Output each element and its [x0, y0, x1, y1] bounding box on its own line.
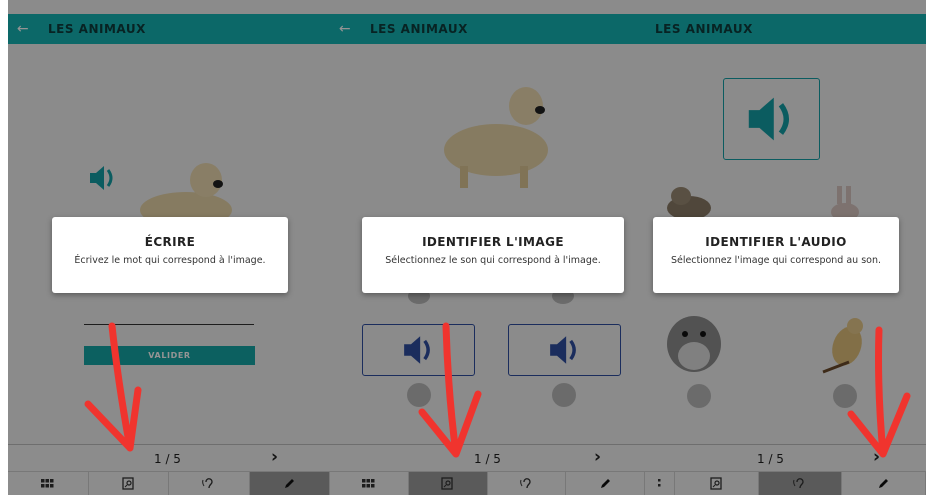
app-bar: LES ANIMAUX — [645, 14, 926, 44]
dog-image — [444, 87, 548, 188]
rabbit-image — [831, 186, 859, 220]
app-bar: ← LES ANIMAUX — [8, 14, 330, 44]
next-chevron-icon[interactable]: › — [594, 447, 601, 467]
app-bar-title: LES ANIMAUX — [370, 22, 468, 36]
tab-identify-image[interactable] — [408, 472, 488, 495]
pagination-bar: 1 / 5 › — [330, 444, 645, 471]
tab-identify-audio[interactable] — [488, 472, 567, 495]
ear-icon — [202, 478, 213, 489]
tab-write[interactable] — [566, 472, 645, 495]
dialog-title: ÉCRIRE — [144, 235, 196, 249]
app-bar-title: LES ANIMAUX — [655, 22, 753, 36]
panel-identifier-audio: LES ANIMAUX 1 / 5 › IDENTIFIER L'AUDIO S… — [645, 0, 926, 495]
hamster-image — [667, 316, 721, 372]
tab-bar — [330, 471, 645, 495]
tab-identify-image[interactable] — [89, 472, 169, 495]
tab-identify-audio[interactable] — [169, 472, 250, 495]
pencil-icon — [600, 479, 610, 488]
image-search-icon — [122, 477, 134, 490]
speaker-icon — [549, 336, 576, 364]
pagination-bar: 1 / 5 › — [8, 444, 330, 471]
option-radio[interactable] — [552, 383, 576, 407]
red-arrow-annotation — [84, 322, 142, 452]
cat-image — [667, 187, 711, 220]
tab-bar — [645, 471, 926, 495]
ear-icon — [520, 478, 531, 489]
page-indicator: 1 / 5 — [757, 452, 784, 466]
instruction-dialog: IDENTIFIER L'IMAGE Sélectionnez le son q… — [362, 217, 624, 293]
tab-grid[interactable] — [8, 472, 89, 495]
grid-icon — [362, 479, 375, 488]
back-arrow-icon[interactable]: ← — [8, 21, 38, 37]
sound-option-button[interactable] — [508, 324, 621, 376]
tab-write[interactable] — [842, 472, 926, 495]
dialog-title: IDENTIFIER L'IMAGE — [422, 235, 564, 249]
instruction-dialog: IDENTIFIER L'AUDIO Sélectionnez l'image … — [653, 217, 899, 293]
dialog-text: Écrivez le mot qui correspond à l'image. — [74, 255, 266, 266]
red-arrow-annotation — [418, 322, 482, 458]
next-chevron-icon[interactable]: › — [271, 447, 278, 467]
tab-write[interactable] — [249, 472, 330, 495]
grid-icon — [657, 479, 661, 487]
speaker-icon — [748, 97, 789, 141]
tab-bar — [8, 471, 330, 495]
red-arrow-annotation — [847, 326, 911, 458]
tab-grid[interactable] — [645, 472, 675, 495]
page-indicator: 1 / 5 — [154, 452, 181, 466]
pencil-icon — [879, 479, 889, 488]
tab-identify-image[interactable] — [675, 472, 759, 495]
image-search-icon — [441, 477, 453, 490]
dialog-title: IDENTIFIER L'AUDIO — [705, 235, 847, 249]
pencil-icon — [284, 479, 294, 488]
image-search-icon — [710, 477, 722, 490]
ear-icon — [793, 478, 805, 489]
panel-identifier-image: ← LES ANIMAUX 1 / 5 › IDENTIFIER L'IMAGE… — [330, 0, 645, 495]
grid-icon — [41, 479, 54, 488]
play-sound-button[interactable] — [723, 78, 820, 160]
option-radio[interactable] — [687, 384, 711, 408]
app-bar-title: LES ANIMAUX — [48, 22, 146, 36]
screenshot-stage: ← LES ANIMAUX VALIDER 1 / 5 › ÉCRIRE Écr… — [0, 0, 926, 495]
speaker-icon[interactable] — [88, 164, 118, 192]
app-bar: ← LES ANIMAUX — [330, 14, 645, 44]
tab-identify-audio[interactable] — [758, 472, 843, 495]
instruction-dialog: ÉCRIRE Écrivez le mot qui correspond à l… — [52, 217, 288, 293]
back-arrow-icon[interactable]: ← — [330, 21, 360, 37]
dialog-text: Sélectionnez le son qui correspond à l'i… — [385, 255, 601, 266]
panel-ecrire: ← LES ANIMAUX VALIDER 1 / 5 › ÉCRIRE Écr… — [8, 0, 330, 495]
dialog-text: Sélectionnez l'image qui correspond au s… — [670, 255, 882, 266]
tab-grid[interactable] — [330, 472, 409, 495]
